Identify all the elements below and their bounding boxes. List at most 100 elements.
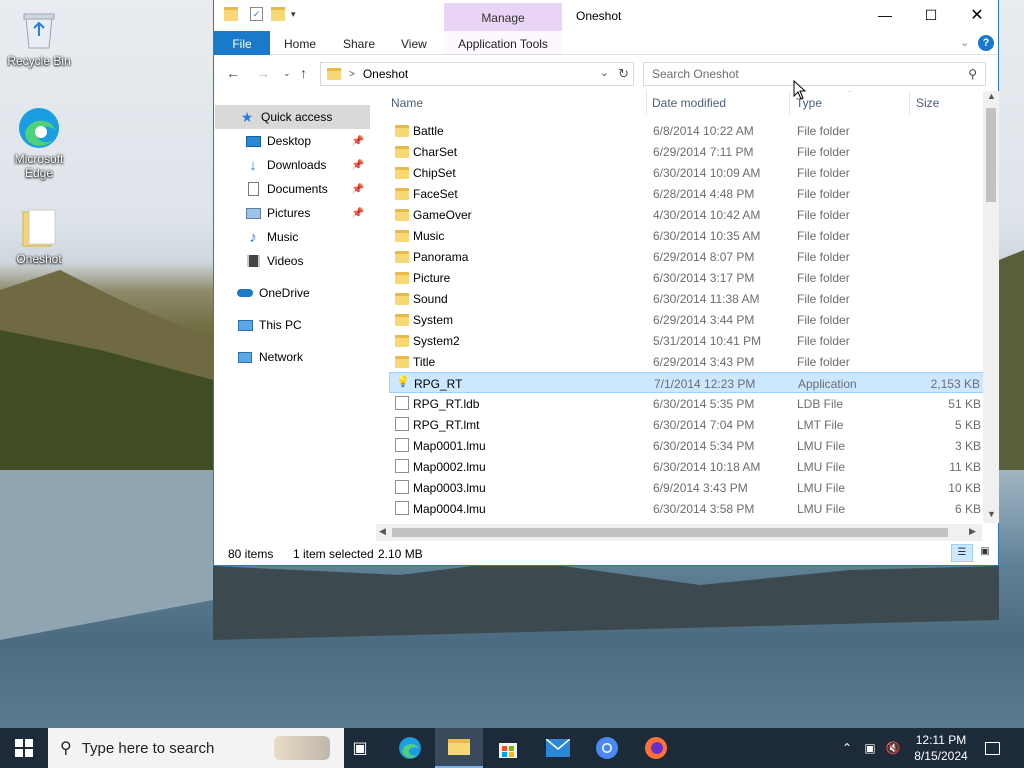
- address-field[interactable]: > Oneshot ⌄ ↻: [320, 62, 634, 86]
- taskbar-search-box[interactable]: ⚲ Type here to search: [48, 728, 344, 768]
- file-row[interactable]: Title 6/29/2014 3:43 PM File folder: [389, 351, 985, 372]
- forward-arrow-icon[interactable]: →: [256, 65, 270, 81]
- file-row[interactable]: Battle 6/8/2014 10:22 AM File folder: [389, 120, 985, 141]
- close-button[interactable]: ✕: [954, 0, 1000, 30]
- tab-share[interactable]: Share: [343, 31, 375, 55]
- vertical-scrollbar[interactable]: ▲ ▼: [983, 91, 999, 523]
- recent-locations-icon[interactable]: ⌄: [283, 68, 291, 79]
- tab-application-tools[interactable]: Application Tools: [444, 31, 562, 55]
- up-arrow-icon[interactable]: ↑: [300, 65, 307, 81]
- tab-file[interactable]: File: [214, 31, 270, 55]
- back-arrow-icon[interactable]: ←: [226, 65, 240, 81]
- large-icons-view-icon[interactable]: ▣: [976, 544, 994, 562]
- nav-quick-access[interactable]: ★ Quick access: [215, 105, 370, 129]
- volume-tray-button[interactable]: 🔇: [883, 728, 903, 768]
- notification-icon: [984, 741, 1000, 755]
- maximize-button[interactable]: ☐: [908, 0, 954, 30]
- nav-network[interactable]: Network: [237, 345, 370, 369]
- column-header-size[interactable]: Size: [916, 96, 939, 110]
- expand-ribbon-icon[interactable]: ⌄: [960, 36, 969, 49]
- taskbar-clock[interactable]: 12:11 PM 8/15/2024: [906, 732, 976, 764]
- desktop-icon-oneshot[interactable]: Oneshot: [4, 206, 74, 266]
- details-view-icon[interactable]: ☰: [951, 544, 973, 562]
- taskbar-mail-button[interactable]: [534, 728, 582, 768]
- nav-item-downloads[interactable]: ↓ Downloads 📌: [245, 153, 370, 177]
- customize-toolbar-icon[interactable]: ▾: [291, 9, 296, 20]
- file-row[interactable]: CharSet 6/29/2014 7:11 PM File folder: [389, 141, 985, 162]
- search-field[interactable]: Search Oneshot ⚲: [643, 62, 986, 86]
- scroll-thumb[interactable]: [986, 108, 996, 202]
- taskbar-firefox-button[interactable]: [632, 728, 680, 768]
- tab-view[interactable]: View: [401, 31, 427, 55]
- file-row[interactable]: Map0003.lmu 6/9/2014 3:43 PM LMU File 10 KB: [389, 477, 985, 498]
- file-row[interactable]: Map0001.lmu 6/30/2014 5:34 PM LMU File 3 KB: [389, 435, 985, 456]
- notifications-button[interactable]: [980, 728, 1004, 768]
- firefox-icon: [645, 737, 667, 759]
- file-row[interactable]: System 6/29/2014 3:44 PM File folder: [389, 309, 985, 330]
- taskbar-chrome-button[interactable]: [583, 728, 631, 768]
- refresh-icon[interactable]: ↻: [618, 66, 629, 82]
- desktop-icon-recycle-bin[interactable]: Recycle Bin: [4, 8, 74, 68]
- help-icon[interactable]: ?: [978, 35, 994, 51]
- show-hidden-icons-button[interactable]: ⌃: [838, 728, 856, 768]
- tab-home[interactable]: Home: [284, 31, 316, 55]
- new-folder-icon[interactable]: [271, 7, 285, 21]
- start-button[interactable]: [0, 728, 48, 768]
- scroll-up-icon[interactable]: ▲: [987, 91, 996, 101]
- file-row[interactable]: Sound 6/30/2014 11:38 AM File folder: [389, 288, 985, 309]
- nav-item-music[interactable]: ♪ Music: [245, 225, 370, 249]
- nav-item-desktop[interactable]: Desktop 📌: [245, 129, 370, 153]
- file-row[interactable]: Map0002.lmu 6/30/2014 10:18 AM LMU File 11 …: [389, 456, 985, 477]
- pin-icon[interactable]: 📌: [352, 208, 364, 219]
- nav-item-videos[interactable]: Videos: [245, 249, 370, 273]
- file-row[interactable]: 💡 RPG_RT 7/1/2014 12:23 PM Application 2,153…: [389, 372, 985, 393]
- horizontal-scrollbar[interactable]: ◀ ▶: [376, 524, 982, 541]
- breadcrumb-current[interactable]: Oneshot: [363, 67, 408, 81]
- scroll-left-icon[interactable]: ◀: [379, 526, 386, 537]
- file-row[interactable]: ChipSet 6/30/2014 10:09 AM File folder: [389, 162, 985, 183]
- file-date-modified: 4/30/2014 10:42 AM: [653, 208, 761, 222]
- pin-icon[interactable]: 📌: [352, 184, 364, 195]
- desktop-icon-microsoft-edge[interactable]: Microsoft Edge: [4, 106, 74, 180]
- nav-item-pictures[interactable]: Pictures 📌: [245, 201, 370, 225]
- pin-icon[interactable]: 📌: [352, 160, 364, 171]
- task-view-icon: ▣: [352, 740, 368, 757]
- column-separator[interactable]: [646, 91, 647, 115]
- taskbar-file-explorer-button[interactable]: [435, 728, 483, 768]
- file-row[interactable]: Music 6/30/2014 10:35 AM File folder: [389, 225, 985, 246]
- folder-icon: [395, 230, 409, 242]
- nav-onedrive[interactable]: OneDrive: [237, 281, 370, 305]
- task-view-button[interactable]: ▣: [336, 728, 384, 768]
- taskbar-edge-button[interactable]: [386, 728, 434, 768]
- column-separator[interactable]: [789, 91, 790, 115]
- desktop-icon-label: Oneshot: [16, 252, 62, 266]
- nav-item-documents[interactable]: Documents 📌: [245, 177, 370, 201]
- scroll-thumb[interactable]: [392, 528, 948, 537]
- star-icon: ★: [240, 108, 254, 125]
- mouse-cursor-icon: [793, 80, 807, 100]
- file-row[interactable]: System2 5/31/2014 10:41 PM File folder: [389, 330, 985, 351]
- taskbar-store-button[interactable]: [484, 728, 532, 768]
- scroll-right-icon[interactable]: ▶: [969, 526, 976, 537]
- file-row[interactable]: GameOver 4/30/2014 10:42 AM File folder: [389, 204, 985, 225]
- file-row[interactable]: FaceSet 6/28/2014 4:48 PM File folder: [389, 183, 985, 204]
- network-tray-button[interactable]: ▣: [860, 728, 880, 768]
- folder-icon: [395, 146, 409, 158]
- pin-icon[interactable]: 📌: [352, 136, 364, 147]
- file-row[interactable]: RPG_RT.lmt 6/30/2014 7:04 PM LMT File 5 KB: [389, 414, 985, 435]
- column-separator[interactable]: [909, 91, 910, 115]
- minimize-button[interactable]: —: [862, 0, 908, 30]
- file-row[interactable]: Map0004.lmu 6/30/2014 3:58 PM LMU File 6 KB: [389, 498, 985, 519]
- manage-contextual-tab[interactable]: Manage: [444, 3, 562, 31]
- address-dropdown-icon[interactable]: ⌄: [600, 66, 609, 79]
- column-header-date[interactable]: Date modified: [652, 96, 726, 110]
- properties-icon[interactable]: ✓: [250, 7, 263, 21]
- column-header-name[interactable]: Name: [391, 96, 423, 110]
- file-row[interactable]: RPG_RT.ldb 6/30/2014 5:35 PM LDB File 51 KB: [389, 393, 985, 414]
- file-row[interactable]: Picture 6/30/2014 3:17 PM File folder: [389, 267, 985, 288]
- scroll-down-icon[interactable]: ▼: [987, 509, 996, 519]
- file-name: RPG_RT.ldb: [413, 397, 480, 411]
- file-row[interactable]: Panorama 6/29/2014 8:07 PM File folder: [389, 246, 985, 267]
- nav-this-pc[interactable]: This PC: [237, 313, 370, 337]
- file-type: LMU File: [797, 502, 846, 516]
